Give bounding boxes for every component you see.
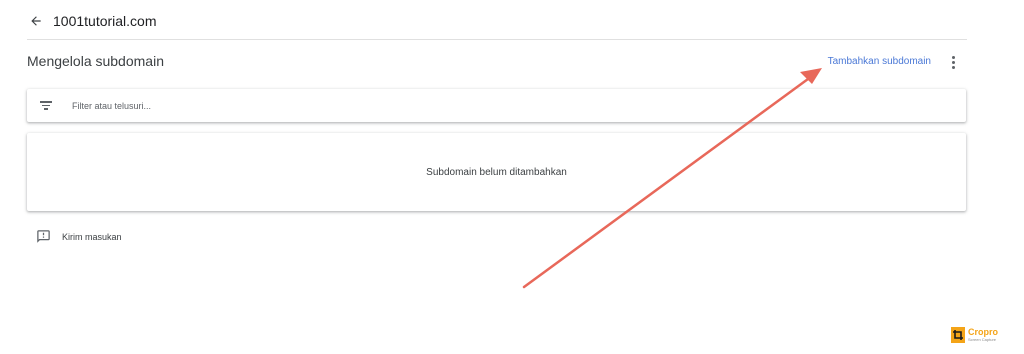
watermark-subtitle: Screen Capture [968,337,997,342]
watermark-name: Cropro [968,327,998,337]
crop-logo-icon [951,327,965,343]
cropro-watermark: Cropro Screen Capture [951,327,998,343]
annotation-arrow [522,68,822,289]
